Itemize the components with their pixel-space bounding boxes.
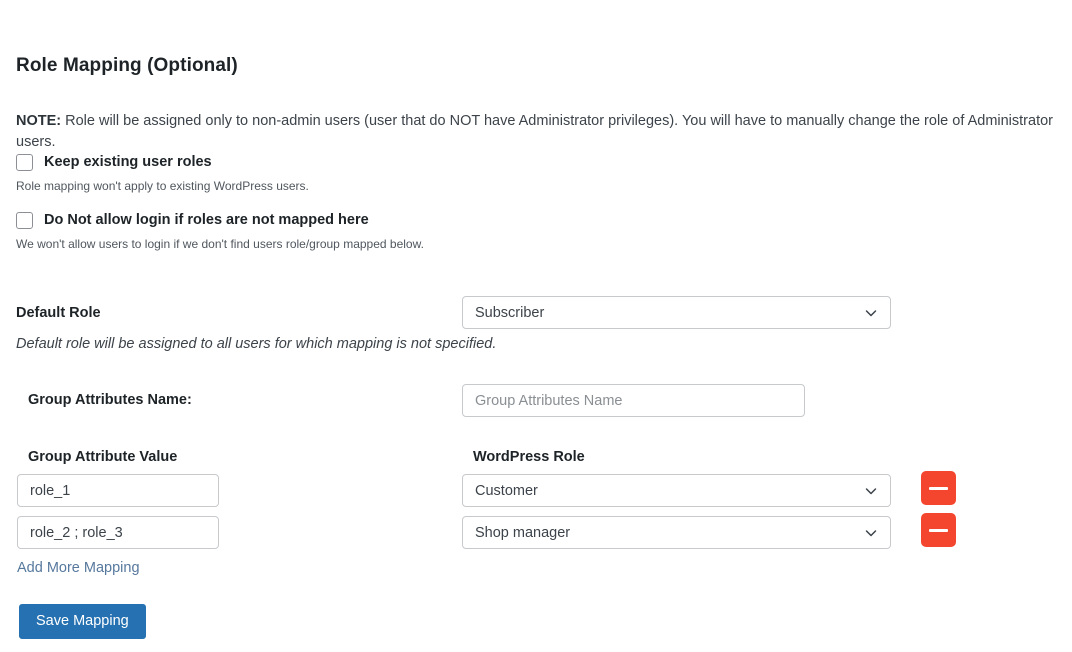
column-header-wordpress-role: WordPress Role	[473, 449, 585, 465]
disallow-unmapped-login-label: Do Not allow login if roles are not mapp…	[44, 212, 369, 228]
disallow-unmapped-login-checkbox[interactable]	[16, 212, 33, 229]
page-title: Role Mapping (Optional)	[16, 55, 238, 76]
group-attributes-name-label: Group Attributes Name:	[28, 392, 192, 408]
default-role-select[interactable]: Subscriber	[462, 296, 891, 329]
wordpress-role-select-1[interactable]: Customer	[462, 474, 891, 507]
minus-icon	[929, 528, 948, 532]
chevron-down-icon	[864, 484, 878, 498]
wordpress-role-value-1: Customer	[475, 482, 538, 499]
default-role-description: Default role will be assigned to all use…	[16, 336, 497, 352]
keep-existing-roles-description: Role mapping won't apply to existing Wor…	[16, 179, 309, 193]
disallow-unmapped-login-description: We won't allow users to login if we don'…	[16, 237, 424, 251]
keep-existing-roles-checkbox[interactable]	[16, 154, 33, 171]
wordpress-role-value-2: Shop manager	[475, 524, 571, 541]
chevron-down-icon	[864, 526, 878, 540]
role-mapping-page: Role Mapping (Optional) NOTE: Role will …	[0, 0, 1072, 652]
wordpress-role-select-2[interactable]: Shop manager	[462, 516, 891, 549]
chevron-down-icon	[864, 306, 878, 320]
group-attribute-value-input-2[interactable]	[17, 516, 219, 549]
save-mapping-button[interactable]: Save Mapping	[19, 604, 146, 639]
note-prefix: NOTE:	[16, 112, 62, 129]
admin-note: NOTE: Role will be assigned only to non-…	[16, 111, 1062, 153]
delete-mapping-button-2[interactable]	[921, 513, 956, 547]
delete-mapping-button-1[interactable]	[921, 471, 956, 505]
group-attribute-value-input-1[interactable]	[17, 474, 219, 507]
minus-icon	[929, 486, 948, 490]
add-more-mapping-link[interactable]: Add More Mapping	[17, 560, 140, 576]
keep-existing-roles-row[interactable]: Keep existing user roles	[16, 154, 212, 171]
group-attributes-name-input[interactable]	[462, 384, 805, 417]
disallow-unmapped-login-row[interactable]: Do Not allow login if roles are not mapp…	[16, 212, 369, 229]
default-role-value: Subscriber	[475, 304, 545, 321]
keep-existing-roles-label: Keep existing user roles	[44, 154, 212, 170]
default-role-label: Default Role	[16, 305, 101, 321]
note-body: Role will be assigned only to non-admin …	[16, 112, 1053, 150]
column-header-group-attribute-value: Group Attribute Value	[28, 449, 178, 465]
